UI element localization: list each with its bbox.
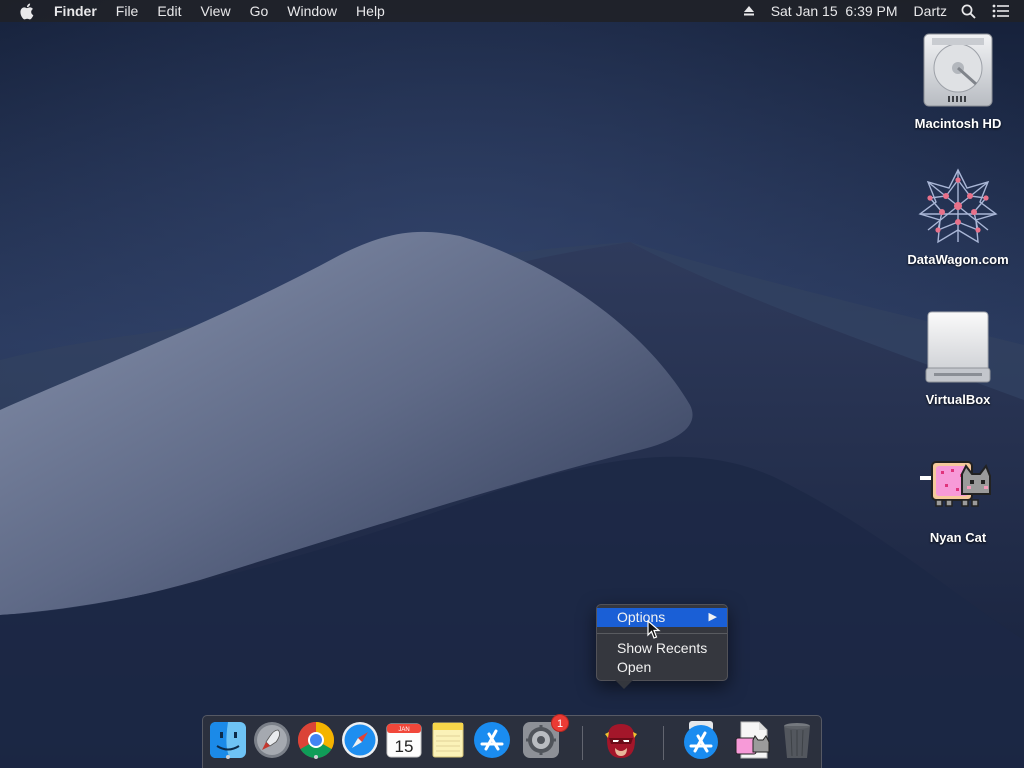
menu-file[interactable]: File <box>116 3 139 19</box>
menu-item-label: Show Recents <box>617 640 708 656</box>
star-network-icon <box>918 168 998 244</box>
flash-hero-icon <box>605 724 637 758</box>
trash-icon <box>784 723 810 758</box>
submenu-arrow-icon: ▶ <box>708 611 717 623</box>
menu-view[interactable]: View <box>200 3 230 19</box>
dock-item-flash[interactable] <box>601 720 641 760</box>
dock: JAN 15 1 <box>202 714 822 768</box>
dock-separator <box>663 726 664 760</box>
dock-item-trash[interactable] <box>777 720 817 760</box>
dock-separator <box>582 726 583 760</box>
app-store-download-icon <box>684 721 718 759</box>
apple-icon[interactable] <box>20 3 36 20</box>
chrome-icon <box>297 722 335 759</box>
eject-icon[interactable] <box>743 5 755 17</box>
menu-go[interactable]: Go <box>250 3 269 19</box>
spotlight-icon[interactable] <box>961 4 976 19</box>
mouse-cursor-icon <box>647 620 661 639</box>
calendar-month: JAN <box>398 727 409 733</box>
desktop-icon-label: DataWagon.com <box>907 252 1009 267</box>
menu-app-finder[interactable]: Finder <box>54 3 97 19</box>
menu-edit[interactable]: Edit <box>157 3 181 19</box>
menu-item-open[interactable]: Open <box>597 658 727 677</box>
menu-separator <box>597 633 727 634</box>
calendar-day: 15 <box>395 737 414 756</box>
dock-item-finder[interactable] <box>208 720 248 760</box>
desktop-icon-label: Macintosh HD <box>914 116 1002 131</box>
dock-item-launchpad[interactable] <box>252 720 292 760</box>
menu-pointer-arrow <box>615 680 633 689</box>
dock-item-safari[interactable] <box>340 720 380 760</box>
hard-drive-icon <box>923 33 993 107</box>
dock-item-calendar[interactable]: JAN 15 <box>384 720 424 760</box>
menu-item-options[interactable]: Options ▶ <box>597 608 727 627</box>
desktop-wallpaper <box>0 0 1024 768</box>
app-store-icon <box>474 722 510 758</box>
desktop-icon-label: VirtualBox <box>925 392 991 407</box>
nyan-cat-document-icon <box>735 721 770 759</box>
menu-item-show-recents[interactable]: Show Recents <box>597 639 727 658</box>
notes-icon <box>432 722 464 758</box>
dock-item-chrome[interactable] <box>296 720 336 760</box>
menu-window[interactable]: Window <box>287 3 337 19</box>
dock-item-system-preferences[interactable]: 1 <box>521 714 569 760</box>
dock-item-app-store-download[interactable] <box>681 720 721 760</box>
desktop-icon-virtualbox[interactable]: VirtualBox <box>898 306 1018 407</box>
notification-badge: 1 <box>551 714 569 732</box>
dock-item-app-store[interactable] <box>472 720 512 760</box>
menu-user-name[interactable]: Dartz <box>914 3 947 19</box>
finder-icon <box>210 722 246 758</box>
calendar-icon: JAN 15 <box>386 723 422 758</box>
nyan-cat-icon <box>920 461 991 507</box>
desktop-icon-nyan-cat[interactable]: Nyan Cat <box>898 444 1018 545</box>
dock-item-notes[interactable] <box>428 720 468 760</box>
desktop-icon-datawagon[interactable]: DataWagon.com <box>898 166 1018 267</box>
notification-center-icon[interactable] <box>992 4 1010 18</box>
menu-item-label: Open <box>617 659 652 675</box>
desktop-icon-macintosh-hd[interactable]: Macintosh HD <box>898 30 1018 131</box>
desktop-icon-label: Nyan Cat <box>929 530 987 545</box>
running-indicator <box>226 755 230 759</box>
running-indicator <box>314 755 318 759</box>
launchpad-icon <box>254 722 290 758</box>
safari-icon <box>342 722 378 758</box>
menu-help[interactable]: Help <box>356 3 385 19</box>
menu-bar: Finder File Edit View Go Window Help Sat… <box>0 0 1024 22</box>
menu-clock[interactable]: Sat Jan 15 6:39 PM <box>771 3 898 19</box>
removable-drive-icon <box>925 311 991 383</box>
dock-item-nyan-cat-document[interactable] <box>733 720 773 760</box>
dock-context-menu: Options ▶ Show Recents Open <box>596 604 728 689</box>
